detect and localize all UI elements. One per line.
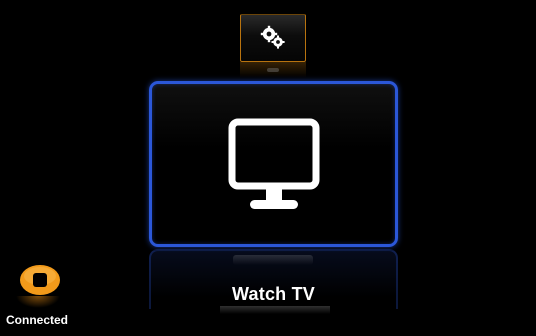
selected-item-title: Watch TV	[232, 284, 315, 304]
connection-status: Connected	[6, 313, 69, 327]
status-icon-reflection	[16, 296, 60, 308]
monitor-icon	[228, 118, 320, 209]
settings-tile-reflection	[240, 62, 306, 78]
watch-tv-tile[interactable]	[149, 81, 398, 247]
stop-circle-icon	[20, 265, 60, 295]
title-reflection	[220, 306, 330, 314]
gears-icon	[260, 25, 285, 49]
media-menu-screen: Watch TV Connected	[0, 0, 536, 336]
settings-tile[interactable]	[240, 14, 306, 62]
